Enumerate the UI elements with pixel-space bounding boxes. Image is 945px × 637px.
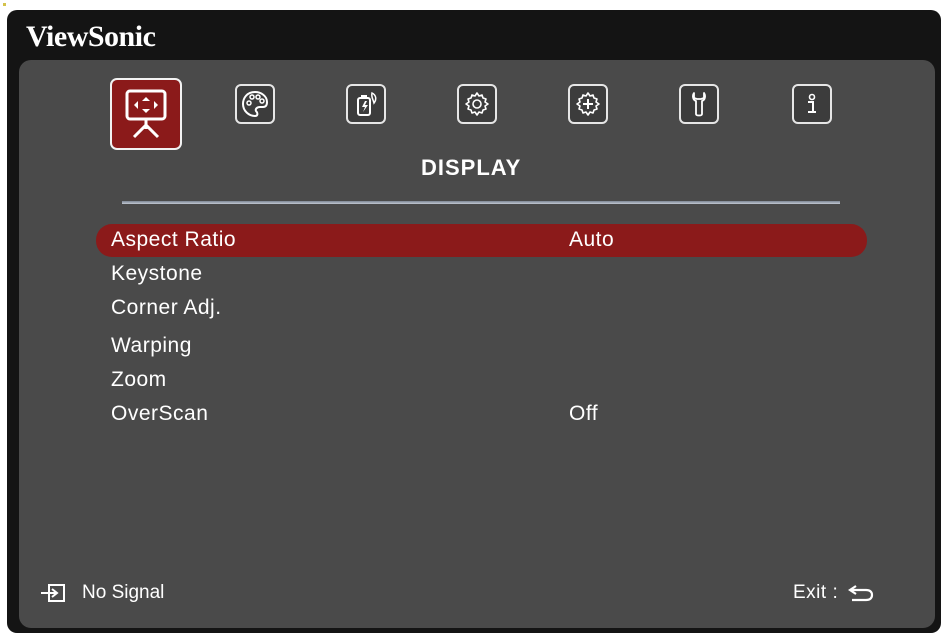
menu-item-label: OverScan xyxy=(111,402,209,425)
exit-hint[interactable]: Exit : xyxy=(793,582,874,604)
input-source-icon xyxy=(41,584,65,602)
menu-item-label: Keystone xyxy=(111,262,203,285)
signal-status: No Signal xyxy=(40,582,164,604)
tab-advanced[interactable] xyxy=(566,82,610,126)
menu-item-label: Warping xyxy=(111,334,192,357)
menu-item-aspect-ratio[interactable]: Aspect Ratio Auto xyxy=(96,224,867,257)
info-icon xyxy=(808,93,816,113)
power-management-icon xyxy=(357,91,377,116)
menu-item-zoom[interactable]: Zoom xyxy=(96,364,867,397)
signal-text: No Signal xyxy=(82,582,165,603)
menu-item-keystone[interactable]: Keystone xyxy=(96,258,867,291)
menu-item-value: Auto xyxy=(569,228,615,251)
divider xyxy=(122,201,840,204)
gear-icon xyxy=(465,92,489,116)
corner-marker xyxy=(3,3,6,6)
menu-item-warping[interactable]: Warping xyxy=(96,330,867,363)
menu-item-value: Off xyxy=(569,402,599,425)
tab-basic[interactable] xyxy=(455,82,499,126)
tab-system[interactable] xyxy=(677,82,721,126)
section-title: DISPLAY xyxy=(421,155,522,180)
tab-info[interactable] xyxy=(790,82,834,126)
menu-item-label: Aspect Ratio xyxy=(111,228,237,251)
wrench-icon xyxy=(692,92,706,117)
menu-item-overscan[interactable]: OverScan Off xyxy=(96,398,867,431)
menu-item-label: Zoom xyxy=(111,368,167,391)
advanced-gear-icon xyxy=(576,92,600,116)
menu-item-corner-adj[interactable]: Corner Adj. xyxy=(96,292,867,325)
tab-display[interactable] xyxy=(110,78,182,150)
menu-item-label: Corner Adj. xyxy=(111,296,222,319)
display-icon xyxy=(125,89,167,139)
palette-icon xyxy=(241,90,269,118)
exit-text: Exit : xyxy=(793,582,839,603)
tab-power[interactable] xyxy=(344,82,388,126)
tab-image[interactable] xyxy=(233,82,277,126)
return-arrow-icon xyxy=(848,585,874,602)
brand-logo: ViewSonic xyxy=(26,20,156,53)
